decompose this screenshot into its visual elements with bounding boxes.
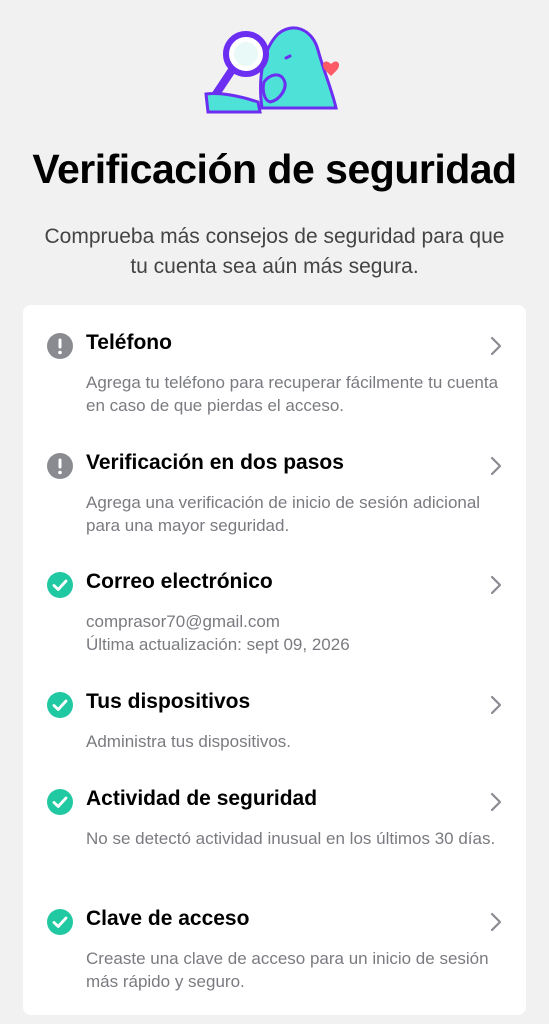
item-title: Teléfono bbox=[86, 331, 172, 354]
item-description: Administra tus dispositivos. bbox=[86, 732, 292, 751]
item-description: Agrega tu teléfono para recuperar fácilm… bbox=[86, 373, 499, 415]
item-description: comprasor70@gmail.com Última actualizaci… bbox=[86, 610, 506, 656]
item-description: Creaste una clave de acceso para un inic… bbox=[86, 949, 489, 991]
chevron-right-icon bbox=[489, 791, 503, 818]
page-title: Verificación de seguridad bbox=[32, 146, 517, 192]
checkmark-icon bbox=[47, 692, 73, 718]
item-title: Verificación en dos pasos bbox=[86, 451, 344, 474]
chevron-right-icon bbox=[489, 335, 503, 362]
last-updated: Última actualización: sept 09, 2026 bbox=[86, 635, 350, 654]
chevron-right-icon bbox=[489, 574, 503, 601]
chevron-right-icon bbox=[489, 694, 503, 721]
item-title: Actividad de seguridad bbox=[86, 787, 318, 810]
security-checklist-card: Teléfono Agrega tu teléfono para recuper… bbox=[23, 305, 526, 1015]
item-description: No se detectó actividad inusual en los ú… bbox=[86, 829, 496, 848]
item-title: Tus dispositivos bbox=[86, 690, 251, 713]
item-title: Correo electrónico bbox=[86, 570, 273, 593]
page-subtitle: Comprueba más consejos de seguridad para… bbox=[44, 225, 505, 278]
email-address: comprasor70@gmail.com bbox=[86, 612, 280, 631]
warning-icon bbox=[47, 333, 73, 359]
item-title: Clave de acceso bbox=[86, 907, 250, 930]
hero-illustration bbox=[0, 0, 549, 120]
checkmark-icon bbox=[47, 909, 73, 935]
item-description: Agrega una verificación de inicio de ses… bbox=[86, 493, 481, 535]
warning-icon bbox=[47, 453, 73, 479]
checkmark-icon bbox=[47, 789, 73, 815]
chevron-right-icon bbox=[489, 911, 503, 938]
checkmark-icon bbox=[47, 572, 73, 598]
security-check-illustration-icon bbox=[204, 26, 340, 114]
chevron-right-icon bbox=[489, 455, 503, 482]
